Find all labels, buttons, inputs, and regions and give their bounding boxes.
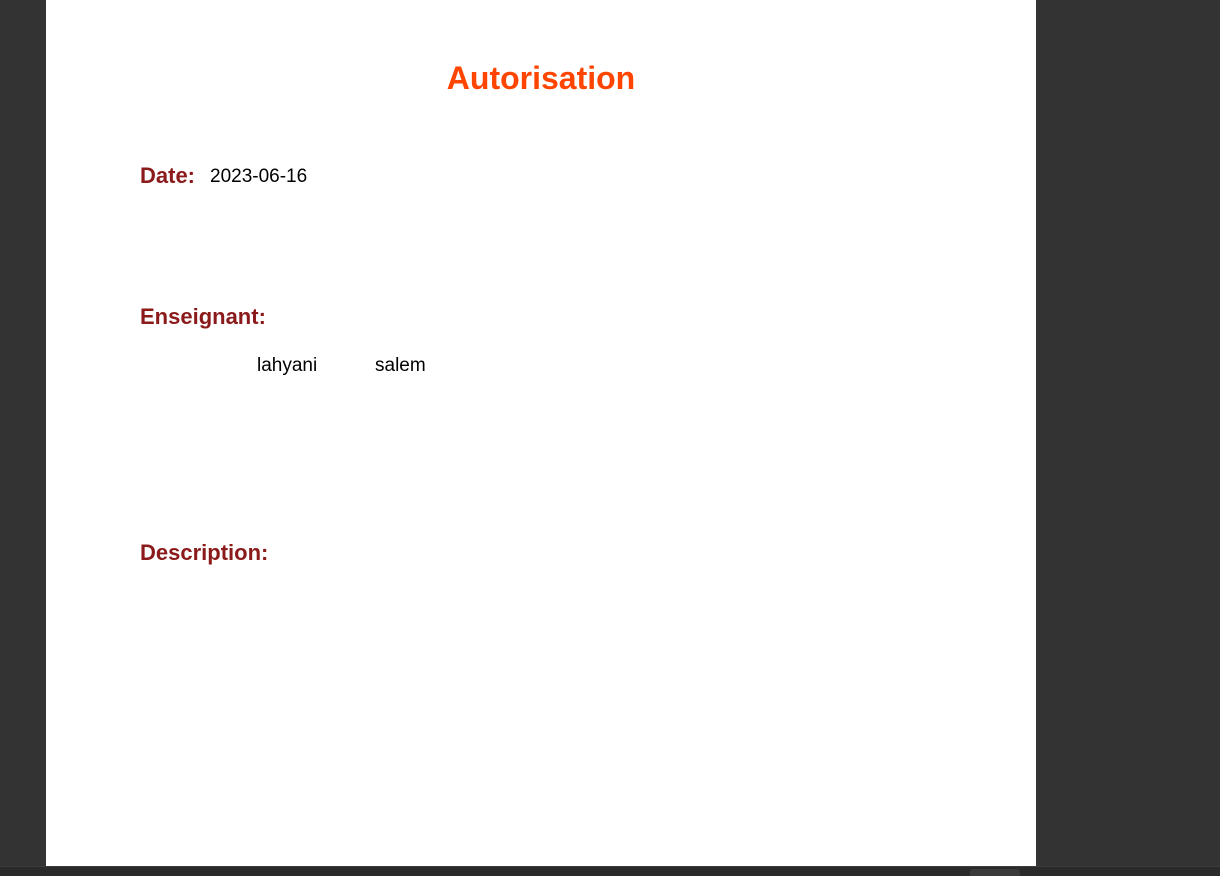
- enseignant-last-name: lahyani: [257, 355, 318, 376]
- date-label: Date:: [140, 163, 196, 188]
- bottom-bar-handle[interactable]: [970, 869, 1020, 876]
- pdf-viewer: Autorisation Date: 2023-06-16 Enseignant…: [0, 0, 1220, 876]
- description-label: Description:: [140, 540, 269, 565]
- date-value: 2023-06-16: [210, 166, 308, 187]
- page-title: Autorisation: [446, 60, 636, 96]
- document-page: Autorisation Date: 2023-06-16 Enseignant…: [46, 0, 1036, 866]
- viewer-bottom-bar: [0, 866, 1220, 876]
- enseignant-label: Enseignant:: [140, 304, 266, 329]
- enseignant-first-name: salem: [375, 355, 426, 376]
